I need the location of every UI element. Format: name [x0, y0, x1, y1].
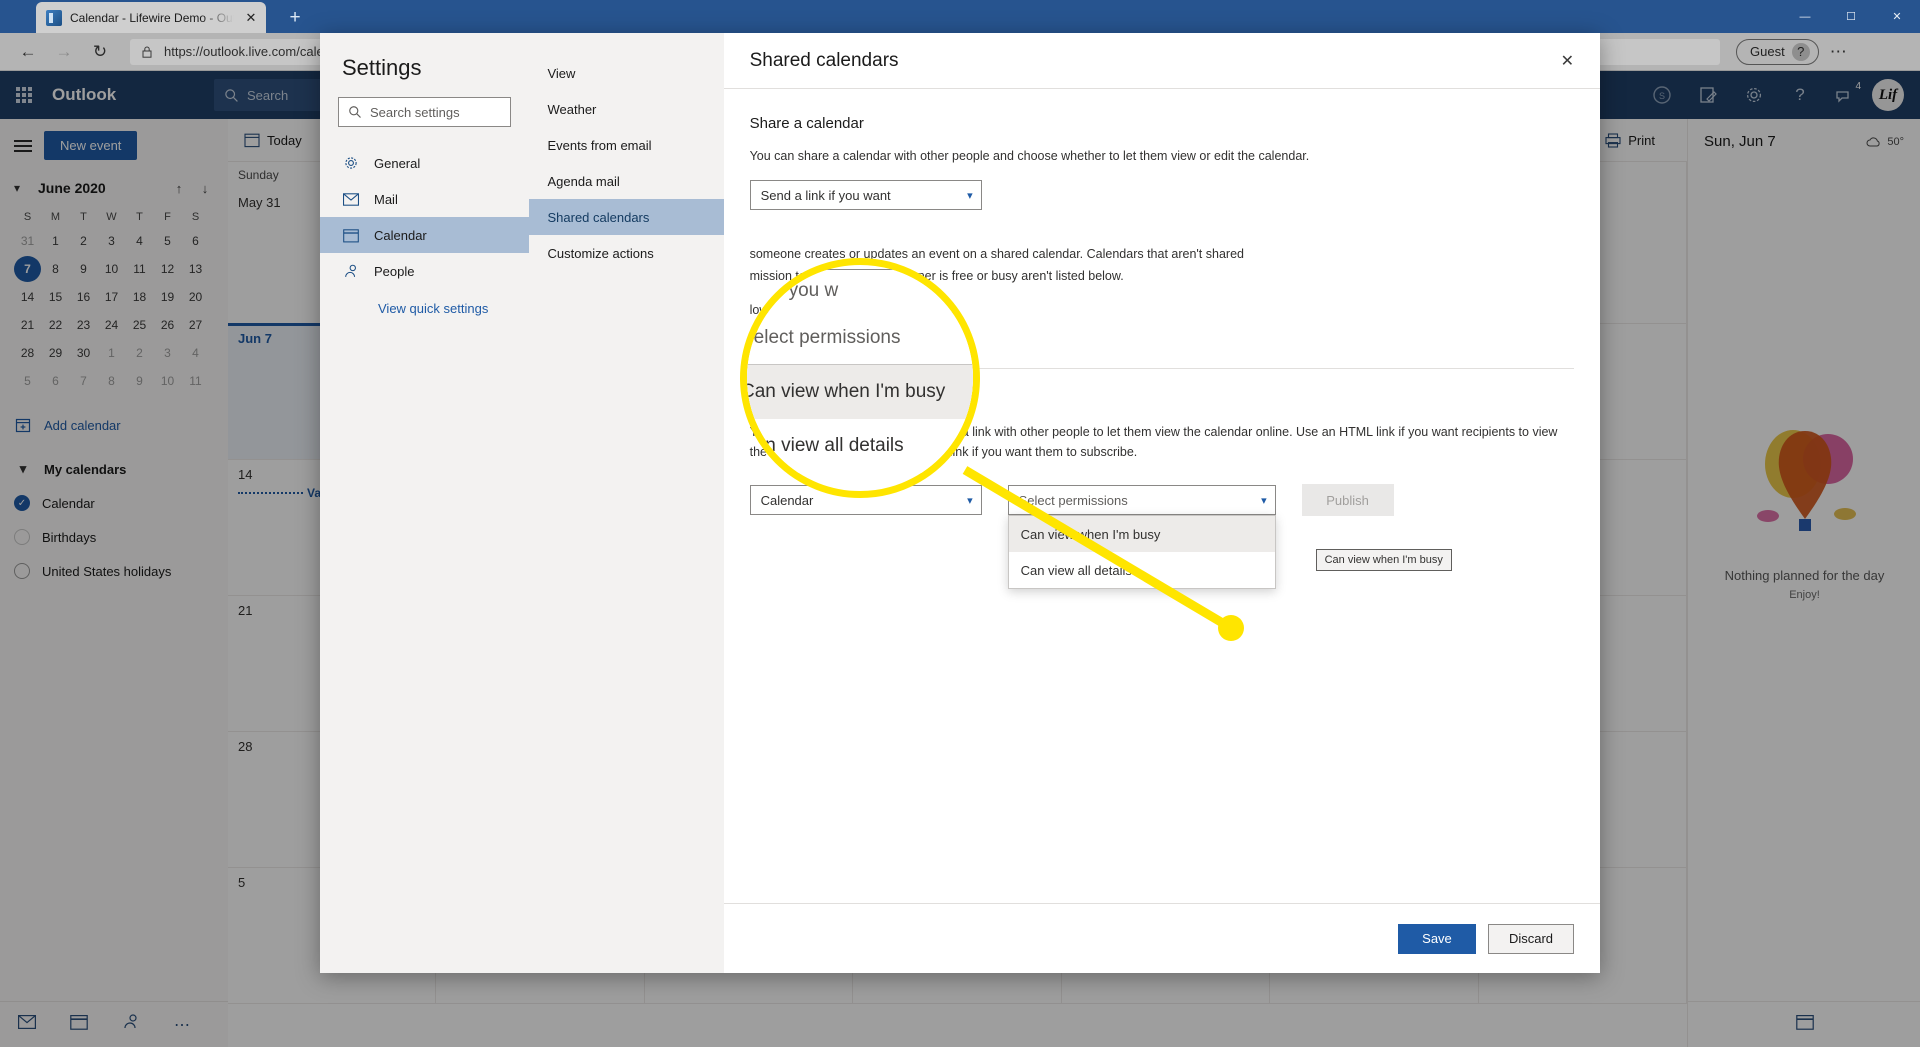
settings-nav-list: General Mail Calendar People [320, 145, 530, 289]
settings-nav-item-general[interactable]: General [320, 145, 529, 181]
share-notice-line-1: someone creates or updates an event on a… [749, 247, 1244, 261]
settings-dialog: Settings Search settings General Mail Cale… [320, 33, 1600, 973]
new-tab-button[interactable]: + [282, 5, 308, 31]
settings-search-placeholder: Search settings [370, 104, 460, 120]
chevron-down-icon: ▾ [967, 189, 973, 202]
settings-nav-label: Calendar [374, 227, 427, 243]
people-icon [342, 264, 360, 279]
save-button[interactable]: Save [1397, 923, 1476, 954]
settings-nav-label: General [374, 155, 421, 171]
profile-avatar-icon: ? [1791, 42, 1810, 61]
panel-footer: Save Discard [723, 903, 1600, 973]
settings-nav-label: People [374, 263, 415, 279]
share-section-title: Share a calendar [749, 115, 864, 132]
settings-nav-label: Mail [374, 191, 398, 207]
gear-icon [342, 155, 360, 171]
permissions-tooltip: Can view when I'm busy [1315, 549, 1452, 571]
dropdown-option-busy[interactable]: Can view when I'm busy [1008, 516, 1275, 552]
browser-tab-strip: Calendar - Lifewire Demo - Outl ✕ + — ☐ … [0, 0, 1920, 33]
panel-body: Share a calendar You can share a calenda… [724, 89, 1600, 903]
settings-nav-column: Settings Search settings General Mail Cale… [320, 33, 530, 973]
panel-header: Shared calendars ✕ [723, 33, 1600, 89]
publish-controls-row: Calendar ▾ Select permissions ▾ Can view… [749, 484, 1574, 589]
settings-subnav-list: View Weather Events from email Agenda mail S… [529, 55, 724, 271]
window-controls: — ☐ ✕ [1782, 0, 1920, 33]
share-notice-line-2: mission to see whether the owner is free… [749, 269, 1124, 283]
tab-close-icon[interactable]: ✕ [242, 9, 260, 27]
publish-permissions-value: Select permissions [1018, 492, 1128, 508]
window-close-button[interactable]: ✕ [1874, 0, 1920, 33]
screenshot-root: Calendar - Lifewire Demo - Outl ✕ + — ☐ … [0, 0, 1920, 1047]
outlook-favicon-icon [46, 9, 62, 26]
settings-search-input[interactable]: Search settings [338, 97, 512, 127]
publish-calendar-value: Calendar [760, 492, 814, 508]
browser-tab[interactable]: Calendar - Lifewire Demo - Outl ✕ [36, 2, 266, 33]
reload-icon[interactable]: ↻ [84, 37, 116, 67]
settings-subnav-column: View Weather Events from email Agenda mail S… [529, 33, 724, 973]
dropdown-option-details[interactable]: Can view all details [1009, 552, 1275, 588]
mail-icon [342, 192, 360, 206]
share-controls-row: Send a link if you want ▾ [749, 180, 1574, 210]
settings-subnav-item-shared-calendars[interactable]: Shared calendars [529, 199, 724, 235]
browser-profile-button[interactable]: Guest ? [1736, 38, 1819, 65]
publish-permissions-select[interactable]: Select permissions ▾ [1007, 485, 1276, 515]
settings-subnav-item-agenda-mail[interactable]: Agenda mail [529, 163, 723, 199]
search-icon [349, 106, 361, 118]
share-link-select-value: Send a link if you want [760, 187, 891, 203]
settings-nav-item-mail[interactable]: Mail [320, 181, 529, 217]
share-notice-line-3: lowing shared calendars: [749, 303, 888, 317]
settings-subnav-item-customize-actions[interactable]: Customize actions [529, 235, 723, 271]
calendar-icon [342, 228, 360, 243]
share-link-select[interactable]: Send a link if you want ▾ [749, 180, 982, 210]
share-section-description: You can share a calendar with other peop… [749, 149, 1310, 163]
lock-icon [142, 46, 152, 58]
section-divider [749, 368, 1574, 369]
browser-more-icon[interactable]: ⋯ [1823, 37, 1855, 67]
settings-content-panel: Shared calendars ✕ Share a calendar You … [723, 33, 1600, 973]
settings-subnav-item-events-from-email[interactable]: Events from email [529, 127, 723, 163]
back-icon[interactable]: ← [12, 37, 44, 67]
publish-button[interactable]: Publish [1301, 484, 1394, 516]
panel-title: Shared calendars [749, 49, 899, 71]
discard-button[interactable]: Discard [1487, 923, 1574, 954]
publish-section-description: You can publish a calendar and share a l… [749, 425, 1558, 459]
window-minimize-button[interactable]: — [1782, 0, 1828, 33]
close-icon[interactable]: ✕ [1561, 51, 1574, 71]
window-maximize-button[interactable]: ☐ [1828, 0, 1874, 33]
profile-label: Guest [1750, 44, 1785, 59]
settings-subnav-item-view[interactable]: View [529, 55, 723, 91]
view-quick-settings-link[interactable]: View quick settings [320, 289, 529, 316]
chevron-down-icon: ▾ [967, 494, 973, 507]
settings-title: Settings [342, 55, 422, 80]
publish-calendar-select[interactable]: Calendar ▾ [749, 485, 982, 515]
publish-section-title: Publish a calendar [749, 391, 874, 408]
browser-tab-title: Calendar - Lifewire Demo - Outl [70, 10, 234, 25]
publish-permissions-dropdown: Can view when I'm busy Can view all deta… [1007, 515, 1276, 589]
settings-nav-item-calendar[interactable]: Calendar [320, 217, 530, 253]
forward-icon[interactable]: → [48, 37, 80, 67]
chevron-down-icon: ▾ [1261, 494, 1267, 507]
settings-subnav-item-weather[interactable]: Weather [529, 91, 723, 127]
settings-nav-item-people[interactable]: People [320, 253, 529, 289]
